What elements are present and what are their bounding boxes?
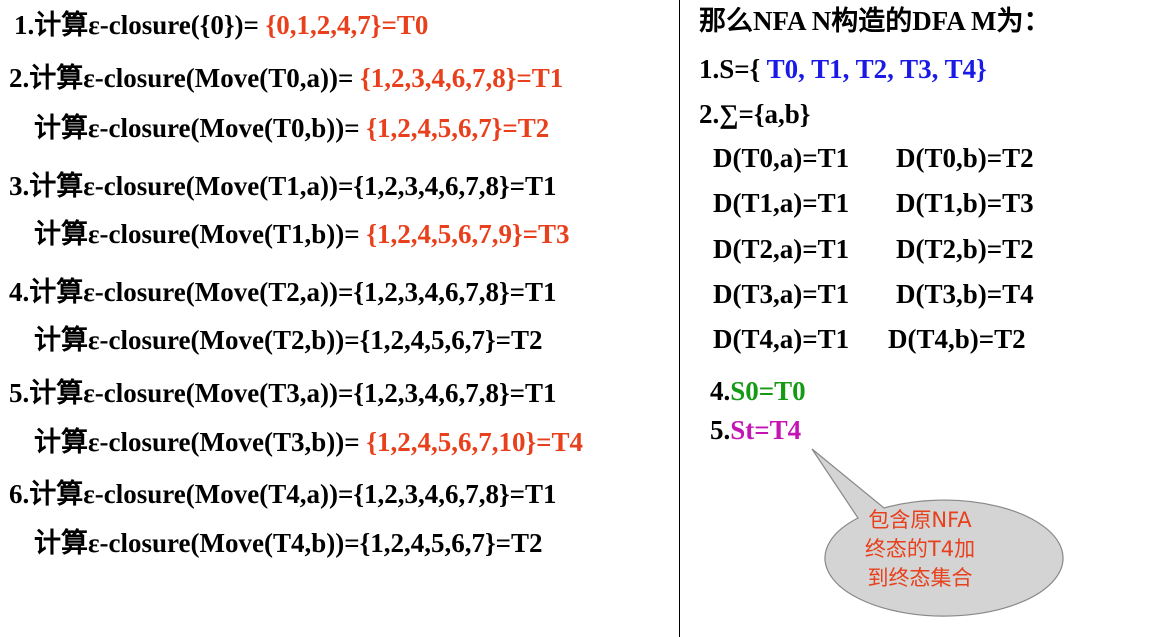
callout-line: 包含原NFA bbox=[868, 508, 972, 532]
callout-line: 到终态集合 bbox=[867, 566, 973, 590]
callout-text: 包含原NFA 终态的T4加 到终态集合 bbox=[820, 506, 1020, 593]
callout-line: 终态的T4加 bbox=[864, 537, 976, 561]
